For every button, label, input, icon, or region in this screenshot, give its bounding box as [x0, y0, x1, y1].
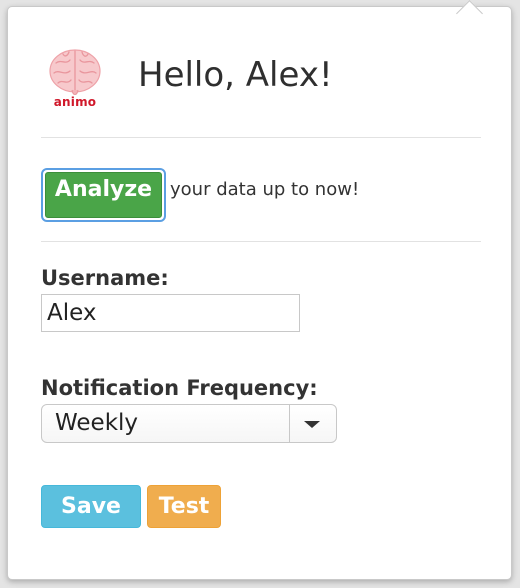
username-input[interactable] — [41, 294, 300, 332]
frequency-label: Notification Frequency: — [41, 376, 318, 400]
analyze-section: Analyze your data up to now! — [41, 168, 481, 222]
extension-popup: animo Hello, Alex! Analyze your data up … — [7, 0, 512, 580]
divider — [41, 137, 481, 138]
caret-down-icon[interactable] — [304, 421, 320, 428]
test-button[interactable]: Test — [147, 485, 221, 528]
popup-header: animo Hello, Alex! — [42, 37, 482, 117]
analyze-button[interactable]: Analyze — [41, 168, 166, 222]
frequency-selected-value: Weekly — [55, 410, 139, 436]
animo-logo: animo — [42, 43, 108, 113]
divider — [41, 241, 481, 242]
popup-pointer — [456, 0, 483, 27]
save-button[interactable]: Save — [41, 485, 141, 528]
select-divider — [289, 405, 290, 442]
frequency-select[interactable]: Weekly — [41, 404, 337, 443]
analyze-button-label: Analyze — [45, 172, 162, 218]
greeting-title: Hello, Alex! — [138, 55, 333, 95]
brain-icon — [49, 49, 101, 95]
analyze-description: your data up to now! — [170, 179, 360, 200]
logo-text: animo — [53, 95, 97, 109]
username-label: Username: — [41, 266, 169, 290]
